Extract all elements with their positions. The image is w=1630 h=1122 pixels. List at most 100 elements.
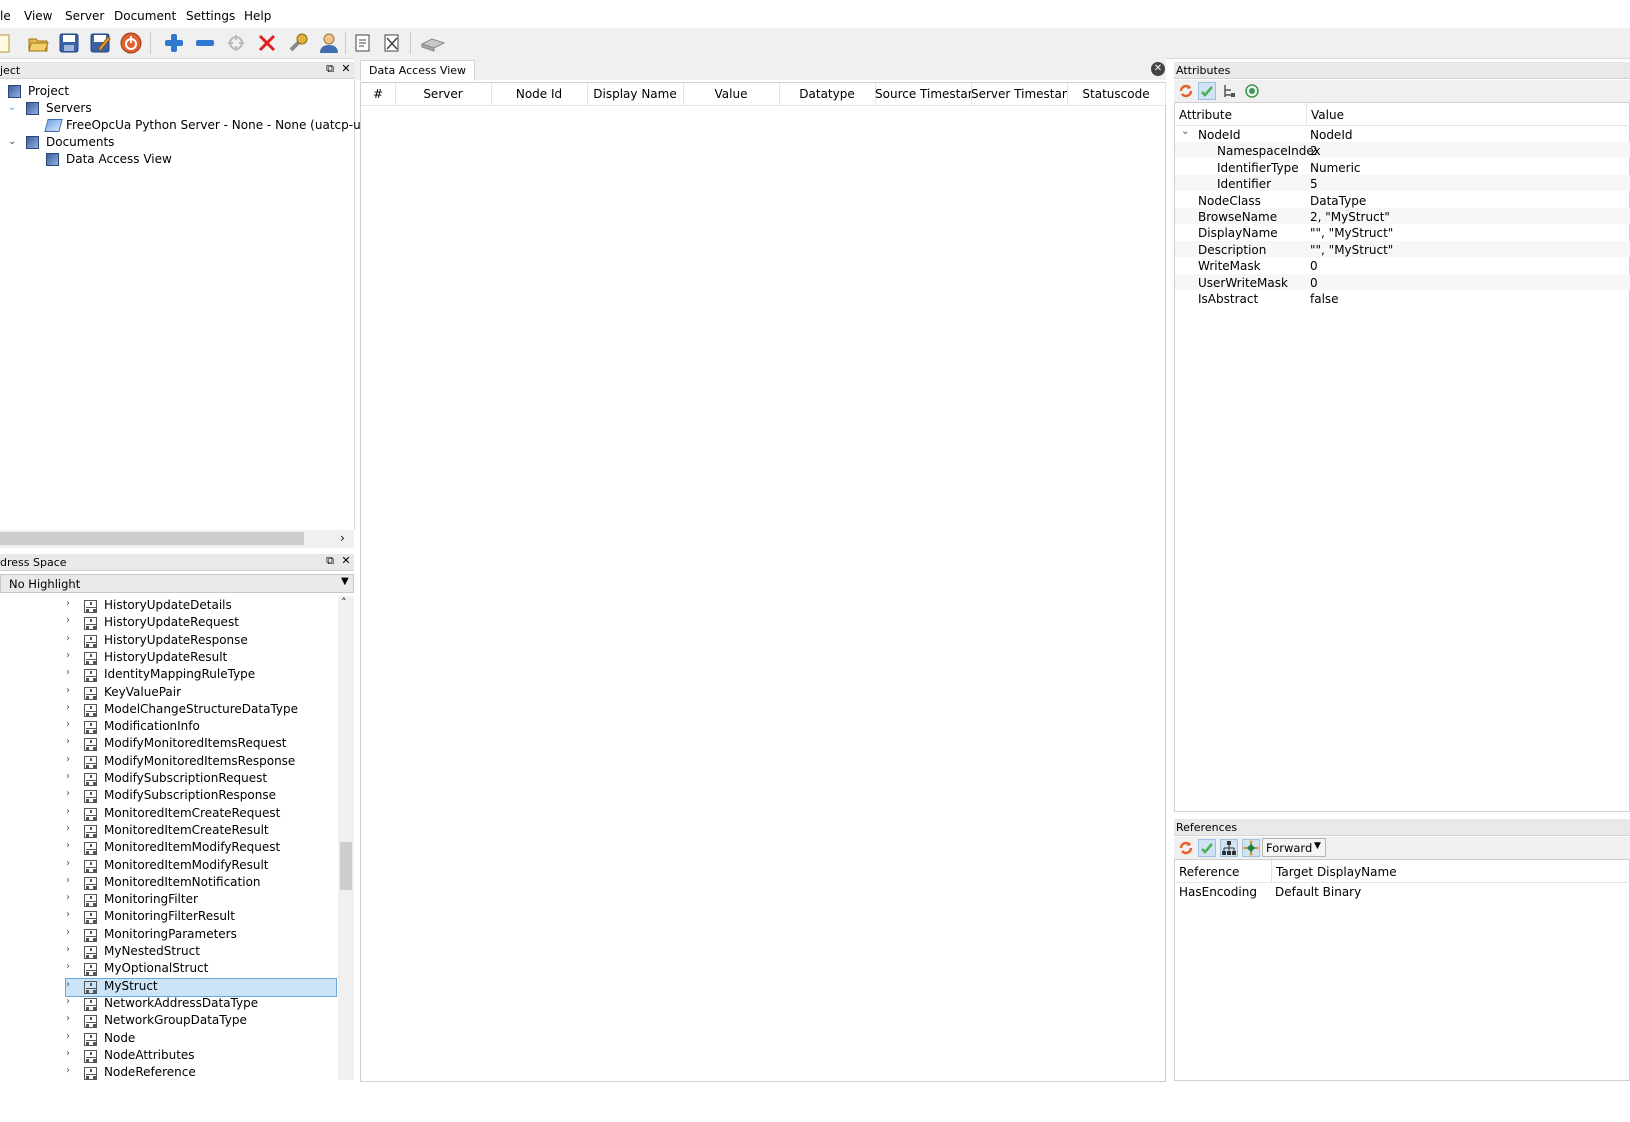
tree-item[interactable]: › HistoryUpdateRequest	[66, 615, 336, 632]
tree-item[interactable]: › Node	[66, 1031, 336, 1048]
tree-icon[interactable]	[1220, 839, 1238, 857]
tree-item[interactable]: › ModifySubscriptionResponse	[66, 788, 336, 805]
menu-view[interactable]: View	[24, 9, 52, 23]
attribute-row[interactable]: NamespaceIndex 2	[1175, 142, 1630, 159]
add-icon[interactable]	[163, 32, 185, 54]
network-icon[interactable]	[1242, 839, 1260, 857]
col-server[interactable]: Server	[395, 83, 492, 105]
attribute-row[interactable]: UserWriteMask 0	[1175, 273, 1630, 290]
chevron-right-icon[interactable]: ›	[66, 927, 76, 938]
col-node-id[interactable]: Node Id	[491, 83, 588, 105]
chevron-right-icon[interactable]: ›	[66, 719, 76, 730]
chevron-right-icon[interactable]: ›	[66, 840, 76, 851]
dropdown-arrow-icon[interactable]: ▼	[341, 576, 349, 587]
tree-item[interactable]: › MonitoredItemModifyRequest	[66, 840, 336, 857]
chevron-right-icon[interactable]: ›	[66, 823, 76, 834]
chevron-down-icon[interactable]: ⌄	[8, 102, 18, 113]
tree-item[interactable]: › KeyValuePair	[66, 685, 336, 702]
chevron-right-icon[interactable]: ›	[66, 736, 76, 747]
target-icon[interactable]	[1244, 83, 1260, 99]
disconnect-icon[interactable]	[256, 32, 278, 54]
col-target-displayname[interactable]: Target DisplayName	[1276, 865, 1397, 879]
user-icon[interactable]	[318, 32, 340, 54]
tree-item[interactable]: › ModifySubscriptionRequest	[66, 771, 336, 788]
project-hscrollbar[interactable]: ›	[0, 530, 354, 548]
menu-server[interactable]: Server	[65, 9, 104, 23]
tree-item[interactable]: › MyOptionalStruct	[66, 961, 336, 978]
tree-item[interactable]: › ModificationInfo	[66, 719, 336, 736]
tree-item[interactable]: › HistoryUpdateDetails	[66, 598, 336, 615]
check-icon[interactable]	[1198, 82, 1216, 100]
connect-icon[interactable]	[225, 32, 247, 54]
tree-item[interactable]: › NodeAttributes	[66, 1048, 336, 1065]
chevron-right-icon[interactable]: ›	[66, 650, 76, 661]
tree-item[interactable]: › HistoryUpdateResponse	[66, 633, 336, 650]
tree-item[interactable]: › MonitoringParameters	[66, 927, 336, 944]
address-space-vscrollbar[interactable]: ˄	[338, 596, 354, 1080]
col-value[interactable]: Value	[683, 83, 780, 105]
chevron-right-icon[interactable]: ›	[66, 858, 76, 869]
scroll-up-icon[interactable]: ˄	[341, 596, 347, 609]
menu-help[interactable]: Help	[244, 9, 271, 23]
chevron-right-icon[interactable]: ›	[66, 892, 76, 903]
chevron-right-icon[interactable]: ›	[66, 754, 76, 765]
tab-data-access-view[interactable]: Data Access View	[360, 60, 476, 81]
chevron-right-icon[interactable]: ›	[66, 1048, 76, 1059]
close-document-icon[interactable]	[381, 32, 403, 54]
menu-settings[interactable]: Settings	[186, 9, 235, 23]
chevron-down-icon[interactable]: ⌄	[1181, 126, 1191, 137]
float-icon[interactable]: ⧉	[324, 63, 336, 75]
open-icon[interactable]	[27, 32, 49, 54]
tree-item[interactable]: › MonitoredItemCreateRequest	[66, 806, 336, 823]
col-statuscode[interactable]: Statuscode	[1067, 83, 1166, 105]
attribute-row[interactable]: IsAbstract false	[1175, 290, 1630, 306]
chevron-right-icon[interactable]: ›	[66, 996, 76, 1007]
tree-item[interactable]: › IdentityMappingRuleType	[66, 667, 336, 684]
tree-item[interactable]: › MonitoredItemCreateResult	[66, 823, 336, 840]
dropdown-arrow-icon[interactable]: ▼	[1314, 841, 1321, 851]
chevron-right-icon[interactable]: ›	[66, 667, 76, 678]
tree-item[interactable]: › MonitoredItemNotification	[66, 875, 336, 892]
direction-select[interactable]: Forward ▼	[1262, 838, 1326, 857]
chevron-down-icon[interactable]: ⌄	[8, 136, 18, 147]
table-row[interactable]: HasEncoding Default Binary	[1175, 883, 1630, 901]
col-reference[interactable]: Reference	[1179, 865, 1239, 879]
attribute-row[interactable]: Identifier 5	[1175, 175, 1630, 192]
attribute-row[interactable]: ⌄ NodeId NodeId	[1175, 126, 1630, 142]
attribute-row[interactable]: BrowseName 2, "MyStruct"	[1175, 208, 1630, 224]
col-display-name[interactable]: Display Name	[587, 83, 684, 105]
scrollbar-thumb[interactable]	[340, 842, 352, 890]
chevron-right-icon[interactable]: ›	[66, 979, 76, 990]
attribute-row[interactable]: NodeClass DataType	[1175, 192, 1630, 208]
close-icon[interactable]: ✕	[340, 555, 352, 567]
tree-item[interactable]: › ModifyMonitoredItemsResponse	[66, 754, 336, 771]
chevron-right-icon[interactable]: ›	[66, 909, 76, 920]
chevron-right-icon[interactable]: ›	[66, 598, 76, 609]
hierarchy-icon[interactable]	[1222, 83, 1238, 99]
chevron-right-icon[interactable]: ›	[66, 1031, 76, 1042]
chevron-right-icon[interactable]: ›	[66, 961, 76, 972]
chevron-right-icon[interactable]: ›	[66, 1013, 76, 1024]
col-datatype[interactable]: Datatype	[779, 83, 876, 105]
menu-document[interactable]: Document	[114, 9, 176, 23]
monitor-icon[interactable]	[420, 32, 446, 54]
attribute-row[interactable]: IdentifierType Numeric	[1175, 159, 1630, 175]
chevron-right-icon[interactable]: ›	[66, 788, 76, 799]
highlight-select[interactable]: No Highlight ▼	[0, 574, 354, 593]
close-tab-icon[interactable]: ✕	[1151, 62, 1165, 76]
tree-item[interactable]: › MonitoringFilter	[66, 892, 336, 909]
close-icon[interactable]: ✕	[340, 63, 352, 75]
chevron-right-icon[interactable]: ›	[66, 615, 76, 626]
settings-icon[interactable]	[287, 32, 309, 54]
attribute-row[interactable]: WriteMask 0	[1175, 257, 1630, 273]
chevron-right-icon[interactable]: ›	[66, 1065, 76, 1076]
chevron-right-icon[interactable]: ›	[66, 685, 76, 696]
chevron-right-icon[interactable]: ›	[66, 806, 76, 817]
chevron-right-icon[interactable]: ›	[66, 702, 76, 713]
tree-item[interactable]: › MyNestedStruct	[66, 944, 336, 961]
tree-item[interactable]: › NodeReference	[66, 1065, 336, 1080]
col-source-timestamp[interactable]: Source Timestamp	[875, 83, 972, 105]
power-icon[interactable]	[120, 32, 142, 54]
save-as-icon[interactable]	[89, 32, 111, 54]
col-server-timestamp[interactable]: Server Timestamp	[971, 83, 1068, 105]
